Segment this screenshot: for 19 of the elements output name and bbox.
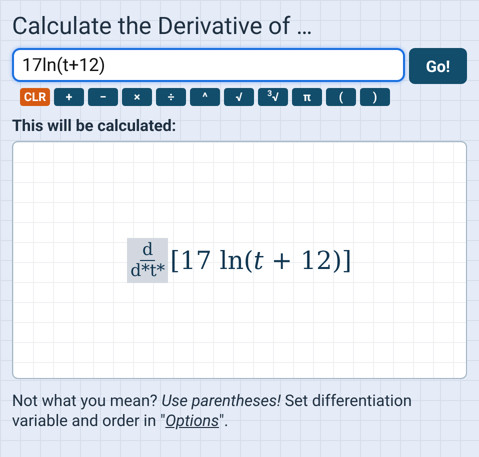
page-title: Calculate the Derivative of … xyxy=(12,11,314,42)
keypad-button[interactable]: √ xyxy=(224,88,254,106)
preview-heading: This will be calculated: xyxy=(12,116,178,135)
keypad-button[interactable]: − xyxy=(88,88,118,106)
keypad-button[interactable]: ) xyxy=(360,88,390,106)
keypad-button[interactable]: π xyxy=(292,88,322,106)
keypad-button[interactable]: ^ xyxy=(190,88,220,106)
keypad-button[interactable]: ÷ xyxy=(156,88,186,106)
keypad-button[interactable]: ( xyxy=(326,88,356,106)
expression-input[interactable]: 17ln(t+12) xyxy=(12,48,405,82)
go-button[interactable]: Go! xyxy=(409,48,467,84)
keypad-button[interactable]: × xyxy=(122,88,152,106)
hint-text: Not what you mean? Use parentheses! Set differentiation variable and order in "Options". xyxy=(12,391,413,431)
math-expression: [17 ln(t + 12)] xyxy=(170,246,352,274)
keypad-button[interactable]: $^{3}$√ xyxy=(258,88,288,106)
derivative-operator: d d*t* xyxy=(127,238,168,282)
clear-button[interactable]: CLR xyxy=(20,88,50,106)
keypad-button[interactable]: + xyxy=(54,88,84,106)
options-link[interactable]: Options xyxy=(165,411,220,430)
